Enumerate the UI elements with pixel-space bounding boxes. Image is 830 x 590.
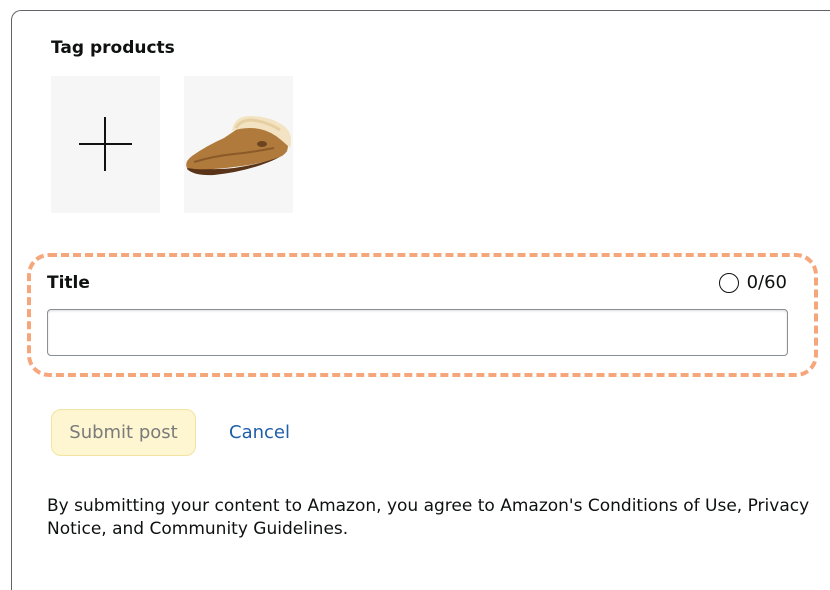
terms-disclaimer: By submitting your content to Amazon, yo…: [47, 496, 810, 539]
circle-icon: [718, 272, 739, 293]
tag-products-heading: Tag products: [51, 38, 175, 58]
title-label: Title: [47, 273, 90, 293]
add-product-tile[interactable]: [51, 76, 160, 213]
tagged-product-tile[interactable]: [184, 76, 293, 213]
slipper-product-image: [186, 116, 292, 176]
title-character-counter: 0/60: [718, 272, 787, 293]
title-input[interactable]: [47, 309, 788, 356]
cancel-link[interactable]: Cancel: [229, 422, 290, 443]
counter-text: 0/60: [746, 272, 787, 293]
submit-post-button[interactable]: Submit post: [51, 409, 196, 456]
